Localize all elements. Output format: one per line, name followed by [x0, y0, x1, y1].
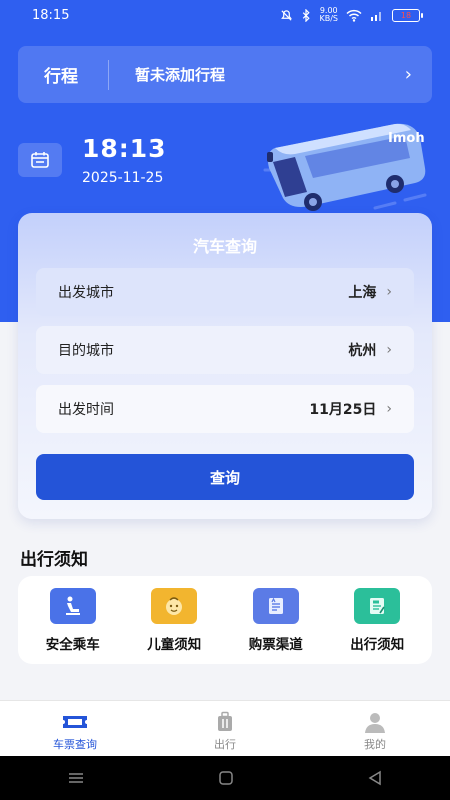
departure-city-row[interactable]: 出发城市 上海 › [36, 268, 414, 316]
system-nav-bar [0, 756, 450, 800]
destination-city-label: 目的城市 [58, 343, 114, 359]
status-icons: 9.00 KB/S 18 [280, 7, 423, 23]
bus-query-card: 汽车查询 出发城市 上海 › 目的城市 杭州 › 出发时间 11月25日 › 查… [18, 213, 432, 519]
battery-level: 18 [400, 10, 412, 20]
current-time: 18:13 [82, 134, 167, 163]
trip-card[interactable]: 行程 暂未添加行程 › [18, 46, 432, 103]
search-button[interactable]: 查询 [36, 454, 414, 500]
home-icon[interactable] [218, 770, 234, 786]
departure-city-label: 出发城市 [58, 285, 114, 301]
departure-date-label: 出发时间 [58, 402, 114, 418]
tab-label: 出行 [214, 738, 236, 751]
notice-label: 出行须知 [350, 636, 405, 653]
net-speed-unit: KB/S [319, 14, 338, 23]
bus-illustration [263, 123, 427, 211]
calendar-icon [31, 152, 49, 168]
ticket-doc-icon [252, 587, 299, 624]
child-face-icon [151, 587, 198, 624]
signal-icon [371, 12, 381, 21]
bottom-tab-bar: 车票查询 出行 我的 [0, 700, 450, 756]
query-title: 汽车查询 [192, 237, 257, 256]
status-time: 18:15 [32, 8, 70, 23]
tab-ticket-query[interactable]: 车票查询 [0, 701, 150, 756]
tab-label: 我的 [364, 738, 386, 751]
bluetooth-icon [303, 8, 311, 22]
mute-icon [281, 9, 293, 21]
tab-travel[interactable]: 出行 [150, 701, 300, 756]
status-bar: 18:15 9.00 KB/S 18 [0, 0, 450, 32]
notice-children[interactable]: 儿童须知 [126, 587, 222, 653]
trip-message: 暂未添加行程 [135, 66, 226, 84]
chevron-right-icon: › [404, 64, 412, 85]
back-icon[interactable] [367, 770, 383, 786]
travel-notice-card: 安全乘车 儿童须知 购票渠道 出行须知 [18, 576, 432, 664]
tab-mine[interactable]: 我的 [300, 701, 450, 756]
notice-ticket-channel[interactable]: 购票渠道 [228, 587, 324, 653]
wifi-icon [346, 9, 362, 22]
notice-label: 购票渠道 [248, 636, 303, 653]
calendar-button[interactable] [18, 143, 62, 177]
user-icon [363, 711, 387, 733]
departure-city-value: 上海 [348, 285, 377, 301]
trip-divider [108, 59, 109, 90]
battery-icon: 18 [392, 8, 423, 22]
chevron-right-icon: › [386, 342, 392, 358]
notice-travel-info[interactable]: 出行须知 [329, 587, 425, 653]
luggage-icon [214, 711, 236, 733]
chevron-right-icon: › [386, 284, 392, 300]
tab-label: 车票查询 [53, 738, 97, 751]
current-date: 2025-11-25 [82, 170, 164, 186]
destination-city-row[interactable]: 目的城市 杭州 › [36, 326, 414, 374]
destination-city-value: 杭州 [348, 343, 377, 359]
travel-notice-title: 出行须知 [20, 550, 88, 570]
departure-date-value: 11月25日 [309, 402, 377, 418]
departure-date-row[interactable]: 出发时间 11月25日 › [36, 385, 414, 433]
notice-safe-ride[interactable]: 安全乘车 [25, 587, 121, 653]
menu-icon[interactable] [67, 771, 85, 785]
bus-label: Imoh [388, 131, 425, 146]
trip-title: 行程 [44, 67, 78, 87]
chevron-right-icon: › [386, 401, 392, 417]
ticket-icon [61, 711, 89, 733]
seat-icon [49, 587, 96, 624]
notice-label: 安全乘车 [45, 636, 100, 653]
net-speed: 9.00 KB/S [319, 7, 338, 23]
notice-label: 儿童须知 [147, 636, 202, 653]
notice-note-icon [354, 587, 401, 624]
